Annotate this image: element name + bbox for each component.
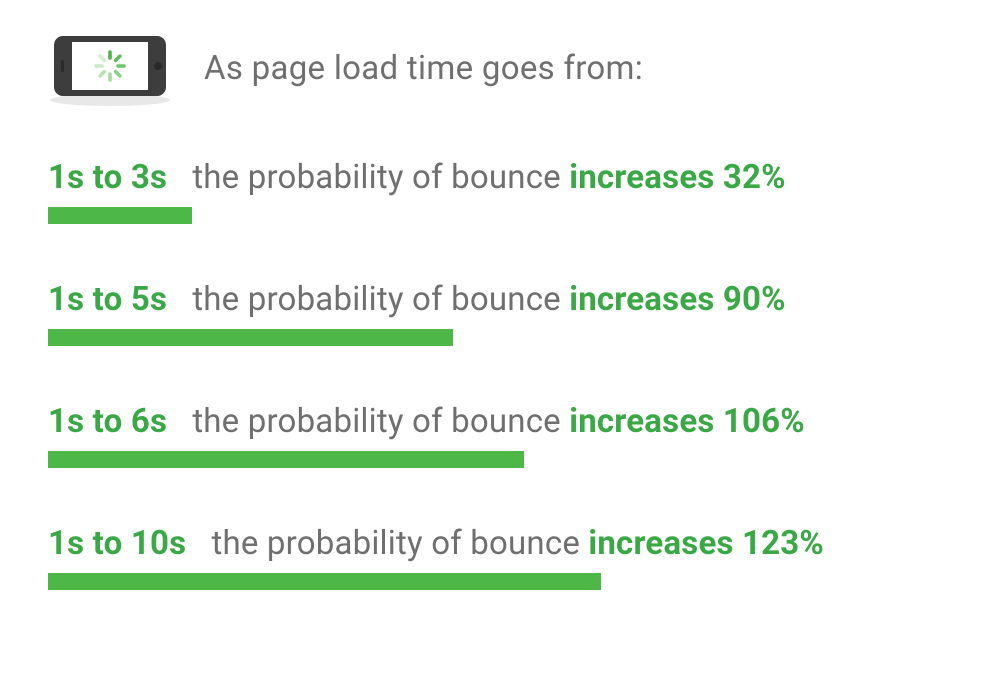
increase-word: increases [588,524,733,563]
mid-text: the probability of bounce [192,280,561,319]
mid-text: the probability of bounce [211,524,580,563]
mid-text: the probability of bounce [192,158,561,197]
data-row: 1s to 5s the probability of bounce incre… [48,280,952,346]
mid-text: the probability of bounce [192,402,561,441]
time-range: 1s to 6s [48,402,167,441]
chart-title: As page load time goes from: [204,49,643,88]
increase-percent: 90% [723,280,786,319]
time-range: 1s to 10s [48,524,186,563]
bar-fill [48,451,524,468]
increase-word: increases [569,158,714,197]
increase-word: increases [569,402,714,441]
increase-percent: 32% [723,158,786,197]
row-text: 1s to 6s the probability of bounce incre… [48,402,952,441]
increase-percent: 123% [742,524,824,563]
data-row: 1s to 10s the probability of bounce incr… [48,524,952,590]
time-range: 1s to 3s [48,158,167,197]
row-text: 1s to 10s the probability of bounce incr… [48,524,952,563]
increase-percent: 106% [723,402,805,441]
bar-track [48,207,952,224]
bar-track [48,329,952,346]
bar-fill [48,329,453,346]
bar-track [48,573,952,590]
data-row: 1s to 6s the probability of bounce incre… [48,402,952,468]
row-text: 1s to 5s the probability of bounce incre… [48,280,952,319]
time-range: 1s to 5s [48,280,167,319]
row-text: 1s to 3s the probability of bounce incre… [48,158,952,197]
increase-word: increases [569,280,714,319]
bar-track [48,451,952,468]
header: As page load time goes from: [48,30,952,106]
phone-loading-icon [48,30,172,106]
bar-fill [48,207,192,224]
bar-fill [48,573,601,590]
data-row: 1s to 3s the probability of bounce incre… [48,158,952,224]
chart-rows: 1s to 3s the probability of bounce incre… [48,158,952,590]
